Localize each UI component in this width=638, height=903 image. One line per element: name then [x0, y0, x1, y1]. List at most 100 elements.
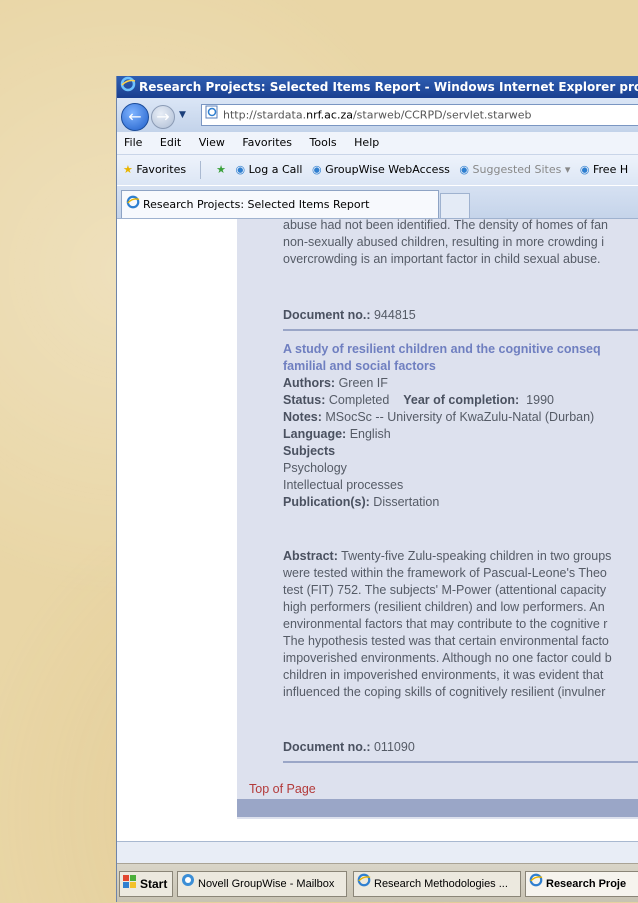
notes-value: MSocSc -- University of KwaZulu-Natal (D… [325, 410, 595, 424]
ie-icon: ◉ [459, 163, 470, 176]
ie-icon [126, 192, 140, 219]
menu-edit[interactable]: Edit [160, 136, 181, 149]
taskbar-research-methodologies-label: Research Methodologies ... [374, 878, 508, 890]
abstract-line: test (FIT) 752. The subjects' M-Power (a… [283, 583, 607, 597]
favorites-label: Favorites [136, 163, 187, 176]
back-arrow-icon: ← [128, 107, 142, 126]
divider [283, 761, 638, 763]
menu-favorites[interactable]: Favorites [242, 136, 292, 149]
fav-suggested-sites-label: Suggested Sites ▾ [472, 163, 571, 176]
taskbar-groupwise[interactable]: Novell GroupWise - Mailbox [177, 871, 347, 897]
taskbar-research-methodologies[interactable]: Research Methodologies ... [353, 871, 521, 897]
abstract-line: impoverished environments. Although no o… [283, 651, 612, 665]
language-row: Language: English [283, 427, 391, 441]
address-host: nrf.ac.za [306, 108, 353, 122]
forward-arrow-icon: → [156, 107, 170, 126]
abstract-line: The hypothesis tested was that certain e… [283, 634, 609, 648]
menu-file[interactable]: File [124, 136, 142, 149]
publication-value: Dissertation [373, 495, 440, 509]
menu-help[interactable]: Help [354, 136, 379, 149]
authors-value: Green IF [338, 376, 388, 390]
publication-row: Publication(s): Dissertation [283, 495, 439, 509]
notes-label: Notes: [283, 410, 322, 424]
top-of-page-link[interactable]: Top of Page [249, 782, 316, 796]
star-icon: ★ [123, 163, 133, 176]
tab-research-projects[interactable]: Research Projects: Selected Items Report [121, 190, 439, 218]
ie-page-icon: ◉ [311, 163, 322, 176]
taskbar-research-projects[interactable]: Research Proje [525, 871, 638, 897]
forward-button[interactable]: → [151, 105, 175, 129]
fav-log-a-call[interactable]: ◉ Log a Call [235, 155, 302, 185]
abstract-label: Abstract: [283, 549, 338, 563]
document-number-1: Document no.: 944815 [283, 308, 416, 322]
fav-free-h[interactable]: ◉ Free H [580, 155, 628, 185]
subjects-label: Subjects [283, 444, 336, 458]
ie-icon [120, 76, 136, 98]
status-value: Completed [328, 393, 390, 407]
fav-suggested-sites[interactable]: ◉ Suggested Sites ▾ [459, 155, 570, 185]
publication-label: Publication(s): [283, 495, 370, 509]
ie-page-icon: ◉ [579, 163, 590, 176]
subject-item: Intellectual processes [283, 478, 404, 492]
abstract-text: Twenty-five Zulu-speaking children in tw… [337, 549, 612, 563]
history-dropdown-icon[interactable]: ▼ [179, 110, 186, 120]
notes-row: Notes: MSocSc -- University of KwaZulu-N… [283, 410, 594, 424]
subject-item: Psychology [283, 461, 347, 475]
fav-groupwise-label: GroupWise WebAccess [325, 163, 450, 176]
ie-page-icon: ◉ [235, 163, 246, 176]
start-button[interactable]: Start [119, 871, 173, 897]
menu-bar: File Edit View Favorites Tools Help [117, 132, 638, 155]
abstract-line: high performers (resilient children) and… [283, 600, 605, 614]
add-favorite-icon[interactable]: ★ [216, 155, 226, 185]
doc-value: 011090 [373, 740, 415, 754]
subjects-heading: Subjects [283, 444, 335, 458]
address-bar[interactable]: http://stardata.nrf.ac.za/starweb/CCRPD/… [201, 104, 638, 126]
record-title-line2[interactable]: familial and social factors [283, 359, 436, 373]
favorites-button[interactable]: ★ Favorites [123, 155, 186, 185]
favorites-bar: ★ Favorites ★ ◉ Log a Call ◉ GroupWise W… [117, 155, 638, 185]
tab-bar: Research Projects: Selected Items Report [117, 186, 638, 219]
window-title: Research Projects: Selected Items Report… [139, 80, 638, 94]
authors-row: Authors: Green IF [283, 376, 388, 390]
doc-value: 944815 [373, 308, 416, 322]
abstract-line: environmental factors that may contribut… [283, 617, 608, 631]
taskbar-groupwise-label: Novell GroupWise - Mailbox [198, 878, 335, 890]
prev-abstract-line: overcrowding is an important factor in c… [283, 252, 601, 266]
new-tab-button[interactable] [440, 193, 470, 219]
status-bar [117, 841, 638, 864]
address-suffix: /starweb/CCRPD/servlet.starweb [352, 108, 532, 122]
menu-tools[interactable]: Tools [310, 136, 337, 149]
status-label: Status: [283, 393, 326, 407]
language-value: English [349, 427, 391, 441]
year-value: 1990 [526, 393, 554, 407]
menu-view[interactable]: View [199, 136, 225, 149]
start-label: Start [140, 877, 168, 891]
panel-footer-bar [237, 799, 638, 817]
groupwise-icon [181, 872, 195, 896]
prev-abstract-line: abuse had not been identified. The densi… [283, 219, 608, 232]
taskbar: Start Novell GroupWise - Mailbox Researc… [117, 863, 638, 902]
document-number-2: Document no.: 011090 [283, 740, 415, 754]
status-row: Status: Completed Year of completion: 19… [283, 393, 554, 407]
address-row: ← → ▼ http://stardata.nrf.ac.za/starweb/… [117, 98, 638, 132]
page-icon [205, 105, 219, 125]
abstract-line: were tested within the framework of Pasc… [283, 566, 607, 580]
doc-label: Document no.: [283, 308, 371, 322]
tab-label: Research Projects: Selected Items Report [143, 198, 370, 211]
ie-icon [529, 872, 543, 896]
doc-label: Document no.: [283, 740, 371, 754]
language-label: Language: [283, 427, 347, 441]
record-title-line1[interactable]: A study of resilient children and the co… [283, 342, 601, 356]
fav-groupwise[interactable]: ◉ GroupWise WebAccess [312, 155, 450, 185]
taskbar-research-projects-label: Research Proje [546, 878, 627, 890]
title-bar: Research Projects: Selected Items Report… [117, 76, 638, 98]
page-content: abuse had not been identified. The densi… [117, 219, 638, 841]
year-label: Year of completion: [403, 393, 520, 407]
ie-icon [357, 872, 371, 896]
abstract-line: Abstract: Twenty-five Zulu-speaking chil… [283, 549, 611, 563]
address-prefix: http://stardata. [223, 108, 307, 122]
back-button[interactable]: ← [121, 103, 149, 131]
favbar-divider [199, 161, 201, 179]
prev-abstract-line: non-sexually abused children, resulting … [283, 235, 605, 249]
abstract-line: influenced the coping skills of cognitiv… [283, 685, 606, 699]
